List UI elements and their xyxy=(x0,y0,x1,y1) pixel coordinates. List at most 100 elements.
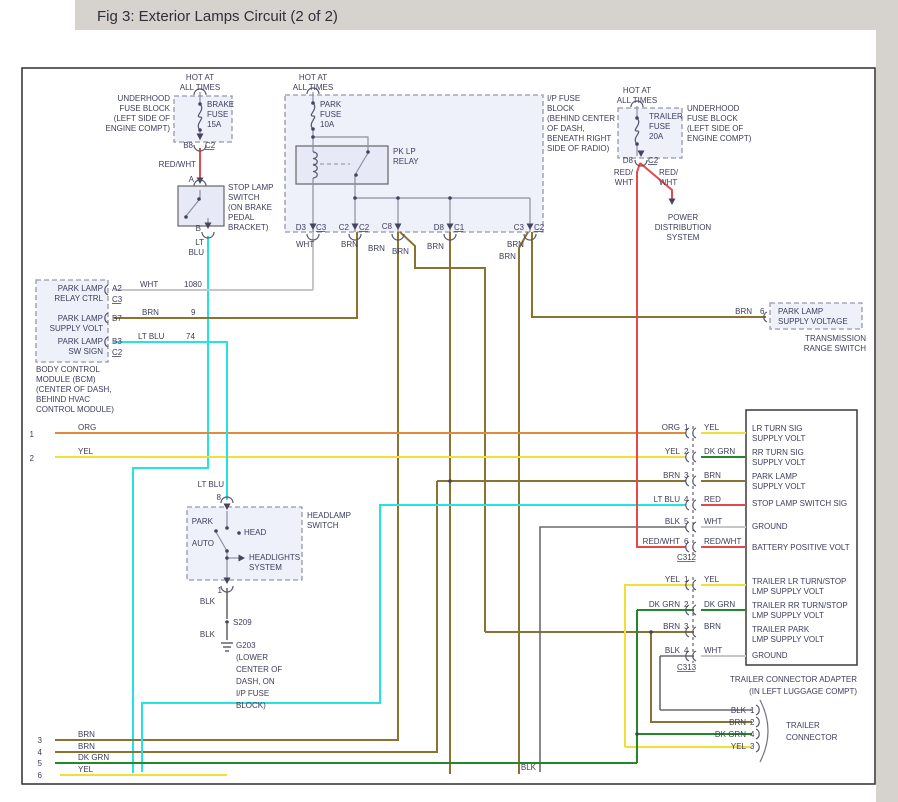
junction-dot-11 xyxy=(214,529,218,533)
label-park: PARK xyxy=(192,517,214,526)
label-1: 1 xyxy=(750,706,755,715)
label-range-switch: RANGE SWITCH xyxy=(804,344,866,353)
label-c1: C1 xyxy=(454,223,465,232)
label-wht: WHT xyxy=(615,178,633,187)
label-c2: C2 xyxy=(339,223,350,232)
label-brn: BRN xyxy=(499,252,516,261)
label-8: 8 xyxy=(217,493,222,502)
label-fuse: FUSE xyxy=(320,110,341,119)
label-red-: RED/ xyxy=(659,168,679,177)
label-park-lamp: PARK LAMP xyxy=(58,337,103,346)
label--behind-center: (BEHIND CENTER xyxy=(547,114,615,123)
label-ground: GROUND xyxy=(752,651,788,660)
label-g203: G203 xyxy=(236,641,256,650)
label-transmission: TRANSMISSION xyxy=(805,334,866,343)
label-6: 6 xyxy=(684,537,689,546)
label-brn: BRN xyxy=(78,742,95,751)
label-c8: C8 xyxy=(382,222,393,231)
label-hot-at: HOT AT xyxy=(623,86,651,95)
label-brn: BRN xyxy=(735,307,752,316)
label-bracket-: BRACKET) xyxy=(228,223,269,232)
label-c2: C2 xyxy=(534,223,545,232)
label-4: 4 xyxy=(750,730,755,739)
label-a: A xyxy=(189,175,195,184)
label-system: SYSTEM xyxy=(249,563,282,572)
trailer-fuse-20a-dot-0 xyxy=(635,116,639,120)
label-3: 3 xyxy=(684,471,689,480)
label-park: PARK xyxy=(320,100,342,109)
label-module-bcm-: MODULE (BCM) xyxy=(36,375,96,384)
label--left-side-of: (LEFT SIDE OF xyxy=(687,124,743,133)
label-b: B xyxy=(196,224,201,233)
label-dk-grn: DK GRN xyxy=(704,447,735,456)
label-wht: WHT xyxy=(659,178,677,187)
label-15a: 15A xyxy=(207,120,222,129)
label-dk-grn: DK GRN xyxy=(649,600,680,609)
label-1: 1 xyxy=(684,575,689,584)
label-relay-ctrl: RELAY CTRL xyxy=(54,294,103,303)
pk-lp-relay-box xyxy=(295,145,389,185)
label-i-p-fuse: I/P FUSE xyxy=(236,689,269,698)
label-park-lamp: PARK LAMP xyxy=(778,307,823,316)
label-c2: C2 xyxy=(648,156,659,165)
label-blk: BLK xyxy=(731,706,747,715)
label-c2: C2 xyxy=(359,223,370,232)
label-yel: YEL xyxy=(731,742,747,751)
label-d3: D3 xyxy=(296,223,307,232)
label-c312: C312 xyxy=(677,553,697,562)
label-center-of: CENTER OF xyxy=(236,665,282,674)
label-3: 3 xyxy=(38,736,43,745)
label-all-times: ALL TIMES xyxy=(293,83,333,92)
label-brn: BRN xyxy=(142,308,159,317)
label-hot-at: HOT AT xyxy=(186,73,214,82)
label-trailer-park: TRAILER PARK xyxy=(752,625,810,634)
label-switch: SWITCH xyxy=(307,521,339,530)
label-lmp-supply-volt: LMP SUPPLY VOLT xyxy=(752,635,824,644)
label-blk: BLK xyxy=(665,517,681,526)
label-wht: WHT xyxy=(296,240,314,249)
label-2: 2 xyxy=(750,718,755,727)
label-wht: WHT xyxy=(704,517,722,526)
label-brn: BRN xyxy=(663,471,680,480)
junction-dot-10 xyxy=(225,526,229,530)
junction-dot-13 xyxy=(225,549,229,553)
trailer-fuse-20a-dot-1 xyxy=(635,142,639,146)
label-2: 2 xyxy=(684,447,689,456)
label-yel: YEL xyxy=(78,765,94,774)
label-underhood: UNDERHOOD xyxy=(687,104,740,113)
label-red-wht: RED/WHT xyxy=(159,160,196,169)
label-fuse-block: FUSE BLOCK xyxy=(687,114,738,123)
label-ground: GROUND xyxy=(752,522,788,531)
label-lt-blu: LT BLU xyxy=(198,480,225,489)
label-switch: SWITCH xyxy=(228,193,260,202)
junction-dot-12 xyxy=(237,531,241,535)
label-supply-volt: SUPPLY VOLT xyxy=(50,324,103,333)
label-of-dash-: OF DASH, xyxy=(547,124,585,133)
label-trailer: TRAILER xyxy=(786,721,820,730)
label-sw-sign: SW SIGN xyxy=(68,347,103,356)
label-brn: BRN xyxy=(663,622,680,631)
label-yel: YEL xyxy=(665,575,681,584)
label-connector: CONNECTOR xyxy=(786,733,838,742)
label-c3: C3 xyxy=(316,223,327,232)
label-fuse: FUSE xyxy=(207,110,228,119)
label-74: 74 xyxy=(186,332,195,341)
label-relay: RELAY xyxy=(393,157,419,166)
label-brn: BRN xyxy=(427,242,444,251)
label-control-module-: CONTROL MODULE) xyxy=(36,405,114,414)
label-c313: C313 xyxy=(677,663,697,672)
label-4: 4 xyxy=(684,646,689,655)
junction-dot-2 xyxy=(396,196,400,200)
wiring-diagram-canvas: HOT AT ALL TIMES UNDERHOODFUSE BLOCK(LEFT … xyxy=(21,0,898,802)
junction-dot-5 xyxy=(649,630,653,634)
page: HOT AT ALL TIMES UNDERHOOD FUSE BLOCK (LEFT … xyxy=(0,0,898,802)
label-dash-on: DASH, ON xyxy=(236,677,275,686)
label-brn: BRN xyxy=(704,471,721,480)
label-park-lamp: PARK LAMP xyxy=(58,314,103,323)
label-b8: B8 xyxy=(183,141,193,150)
label-red-wht: RED/WHT xyxy=(643,537,680,546)
junction-dot-7 xyxy=(225,620,229,624)
label-beneath-right: BENEATH RIGHT xyxy=(547,134,611,143)
label-auto: AUTO xyxy=(192,539,214,548)
junction-dot-4 xyxy=(448,479,452,483)
